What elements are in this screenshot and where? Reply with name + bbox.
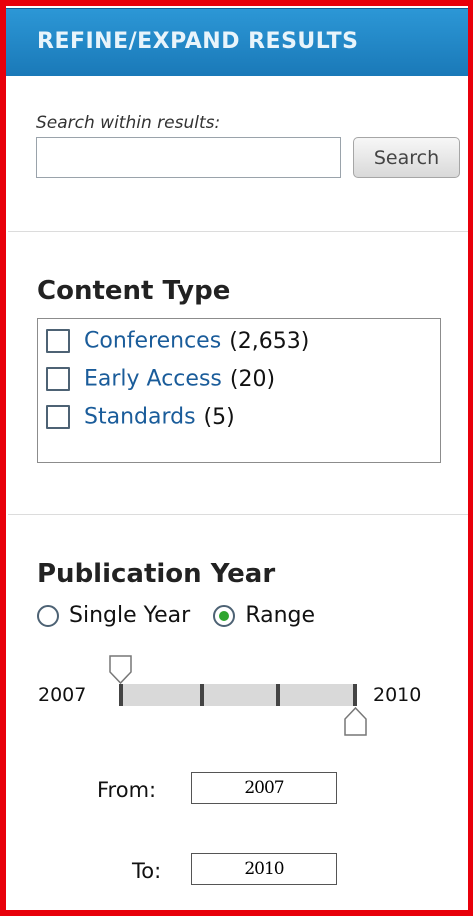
- content-type-list: Conferences (2,653) Early Access (20) Stan…: [37, 318, 441, 463]
- slider-tick: [353, 684, 357, 706]
- conferences-link[interactable]: Conferences: [84, 329, 221, 354]
- slider-min-label: 2007: [38, 684, 87, 706]
- panel-title: REFINE/EXPAND RESULTS: [37, 29, 359, 54]
- year-slider-track[interactable]: [121, 684, 357, 706]
- year-mode-options: Single Year Range: [37, 603, 315, 628]
- slider-to-handle[interactable]: [343, 706, 369, 736]
- divider: [8, 231, 468, 232]
- content-type-item-early-access: Early Access (20): [46, 366, 275, 396]
- slider-from-handle[interactable]: [108, 655, 134, 685]
- range-label: Range: [245, 603, 316, 628]
- standards-link[interactable]: Standards: [84, 405, 196, 430]
- early-access-count: (20): [229, 366, 276, 392]
- slider-tick: [119, 684, 123, 706]
- slider-tick: [276, 684, 280, 706]
- to-year-input[interactable]: [191, 853, 337, 885]
- conferences-count: (2,653): [229, 328, 310, 354]
- panel-header: REFINE/EXPAND RESULTS: [6, 8, 468, 76]
- standards-checkbox[interactable]: [46, 405, 70, 429]
- search-button[interactable]: Search: [353, 137, 460, 178]
- to-label: To:: [132, 859, 162, 883]
- range-radio[interactable]: [213, 604, 236, 627]
- search-input[interactable]: [36, 137, 341, 178]
- range-option[interactable]: Range: [213, 603, 315, 628]
- single-year-radio[interactable]: [37, 604, 59, 627]
- content-type-item-conferences: Conferences (2,653): [46, 328, 309, 358]
- content-type-title: Content Type: [37, 276, 231, 306]
- search-label: Search within results:: [36, 113, 221, 133]
- slider-tick: [200, 684, 204, 706]
- standards-count: (5): [203, 404, 235, 430]
- conferences-checkbox[interactable]: [46, 329, 70, 353]
- early-access-checkbox[interactable]: [46, 367, 70, 391]
- publication-year-title: Publication Year: [37, 559, 276, 589]
- divider: [8, 514, 468, 515]
- single-year-label: Single Year: [69, 603, 191, 628]
- early-access-link[interactable]: Early Access: [84, 367, 222, 392]
- from-label: From:: [97, 778, 157, 802]
- slider-max-label: 2010: [373, 684, 422, 706]
- single-year-option[interactable]: Single Year: [37, 603, 190, 628]
- content-type-item-standards: Standards (5): [46, 404, 235, 434]
- from-year-input[interactable]: [191, 772, 337, 804]
